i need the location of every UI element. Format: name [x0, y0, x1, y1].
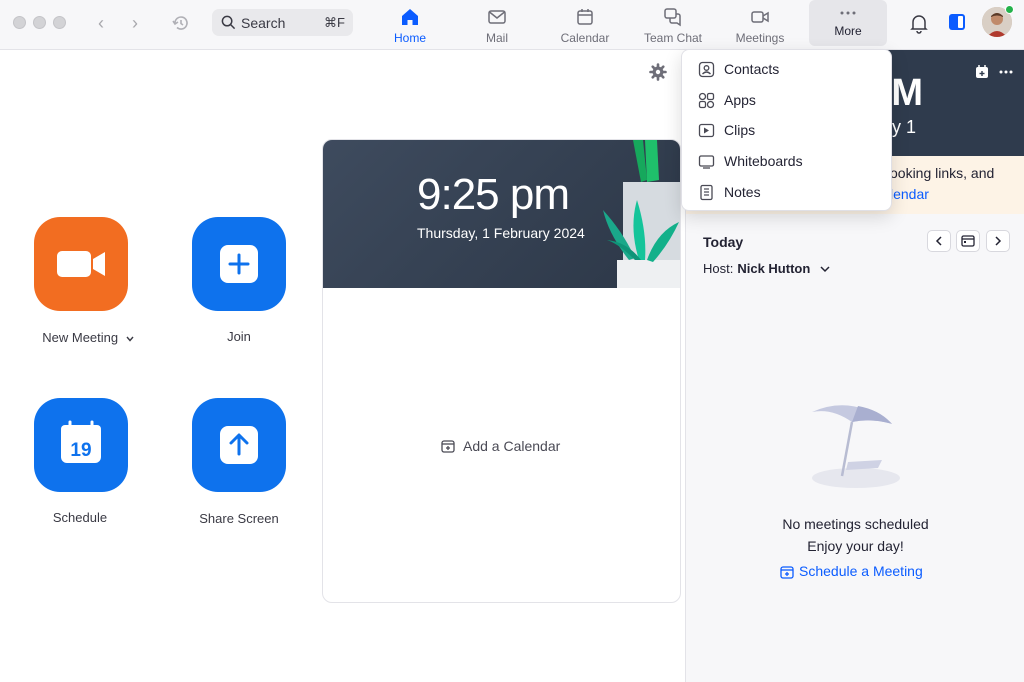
clock-card: 9:25 pm Thursday, 1 February 2024 Add a … — [322, 139, 681, 603]
tab-mail-label: Mail — [485, 31, 508, 45]
host-label: Host: — [703, 261, 734, 276]
share-screen-button[interactable] — [192, 398, 286, 492]
tab-home-label: Home — [393, 31, 426, 45]
calendar-day-number: 19 — [70, 440, 91, 461]
chevron-down-icon[interactable] — [126, 336, 134, 342]
history-icon[interactable] — [170, 12, 192, 34]
search-label: Search — [241, 15, 286, 31]
menu-item-notes[interactable]: Notes — [682, 177, 893, 207]
current-time: 9:25 pm — [417, 170, 570, 219]
bell-icon[interactable] — [908, 12, 930, 34]
search-shortcut: ⌘F — [324, 15, 345, 30]
info-text: ooking links, and — [890, 165, 995, 181]
settings-gear-icon[interactable] — [649, 63, 667, 81]
presence-indicator — [1005, 5, 1014, 14]
no-meetings-text: No meetings scheduled — [782, 516, 929, 532]
share-screen-label: Share Screen — [199, 511, 279, 526]
next-day-button[interactable] — [986, 230, 1010, 252]
date-picker-button[interactable] — [956, 230, 980, 252]
tab-team-chat[interactable]: Team Chat — [637, 4, 709, 46]
tab-more-label: More — [834, 24, 862, 38]
calendar-icon — [577, 9, 593, 25]
chevron-down-icon — [820, 266, 830, 273]
host-selector[interactable]: Host: Nick Hutton — [703, 261, 830, 276]
tab-home[interactable]: Home — [374, 4, 446, 46]
chevron-left-icon — [935, 236, 942, 246]
window-minimize-button[interactable] — [33, 16, 46, 29]
search-icon — [221, 15, 236, 30]
join-button[interactable] — [192, 217, 286, 311]
menu-item-label: Clips — [724, 122, 756, 138]
tab-calendar-label: Calendar — [560, 31, 610, 45]
join-label: Join — [227, 329, 251, 344]
today-label: Today — [703, 234, 744, 250]
tab-meetings-label: Meetings — [735, 31, 785, 45]
home-icon — [402, 9, 418, 25]
top-bar: ‹ › Search ⌘F Home Mail Calendar Team Ch… — [0, 0, 1024, 50]
notes-icon — [700, 184, 713, 201]
whiteboard-icon — [698, 155, 715, 169]
new-meeting-label[interactable]: New Meeting — [18, 330, 158, 345]
add-calendar-label: Add a Calendar — [463, 438, 561, 454]
menu-item-contacts[interactable]: Contacts — [682, 54, 893, 84]
tab-more[interactable]: More — [809, 0, 887, 46]
schedule-label: Schedule — [52, 510, 108, 525]
clips-icon — [698, 123, 715, 138]
calendar-icon — [961, 235, 975, 247]
calendar-add-icon — [441, 440, 455, 453]
contacts-icon — [698, 61, 715, 78]
window-zoom-button[interactable] — [53, 16, 66, 29]
clock-banner: 9:25 pm Thursday, 1 February 2024 — [323, 140, 680, 288]
tab-calendar[interactable]: Calendar — [549, 4, 621, 46]
video-icon — [751, 11, 769, 23]
menu-item-whiteboards[interactable]: Whiteboards — [682, 146, 893, 176]
apps-icon — [698, 92, 715, 109]
schedule-button[interactable]: 19 — [34, 398, 128, 492]
schedule-meeting-label: Schedule a Meeting — [799, 563, 923, 579]
video-camera-icon — [57, 251, 105, 277]
info-link[interactable]: lendar — [890, 186, 929, 202]
ellipsis-icon[interactable] — [998, 64, 1014, 80]
more-dropdown-menu: Contacts Apps Clips Whiteboards Notes — [681, 49, 892, 211]
previous-day-button[interactable] — [927, 230, 951, 252]
sidebar-toggle-icon[interactable] — [948, 13, 966, 31]
forward-arrow-icon[interactable]: › — [124, 12, 146, 34]
plant-illustration-icon — [603, 140, 680, 288]
upload-arrow-icon — [220, 426, 258, 464]
beach-umbrella-icon — [812, 405, 900, 488]
search-box[interactable]: Search ⌘F — [212, 9, 353, 36]
plus-icon — [220, 245, 258, 283]
chevron-right-icon — [995, 236, 1002, 246]
menu-item-label: Notes — [724, 184, 761, 200]
tab-mail[interactable]: Mail — [461, 4, 533, 46]
window-close-button[interactable] — [13, 16, 26, 29]
calendar-add-icon[interactable] — [974, 64, 990, 80]
menu-item-label: Contacts — [724, 61, 780, 77]
menu-item-clips[interactable]: Clips — [682, 115, 893, 145]
tab-team-chat-label: Team Chat — [643, 31, 703, 45]
mail-icon — [488, 10, 506, 24]
calendar-19-icon: 19 — [61, 420, 101, 463]
menu-item-apps[interactable]: Apps — [682, 85, 893, 115]
tab-meetings[interactable]: Meetings — [724, 4, 796, 46]
menu-item-label: Whiteboards — [724, 153, 803, 169]
chat-icon — [664, 8, 681, 27]
back-arrow-icon[interactable]: ‹ — [90, 12, 112, 34]
host-name: Nick Hutton — [737, 261, 811, 276]
menu-item-label: Apps — [724, 92, 756, 108]
current-date: Thursday, 1 February 2024 — [417, 225, 585, 241]
new-meeting-button[interactable] — [34, 217, 128, 311]
enjoy-text: Enjoy your day! — [807, 538, 904, 554]
calendar-add-icon — [780, 566, 794, 579]
